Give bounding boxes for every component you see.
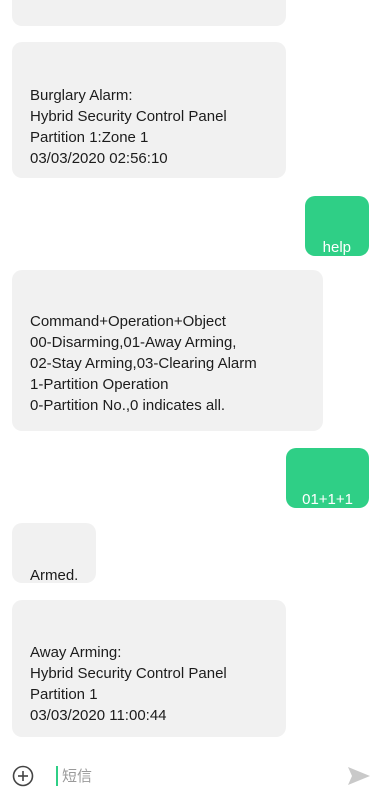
outgoing-message-bubble[interactable]: help [304,196,369,256]
incoming-message-bubble[interactable]: Burglary Alarm: Hybrid Security Control … [12,42,286,178]
incoming-message-bubble[interactable]: Armed. [12,523,97,584]
incoming-message-bubble[interactable]: Command+Operation+Object 00-Disarming,01… [12,270,323,431]
message-text: Away Arming: Hybrid Security Control Pan… [30,644,227,724]
message-text: 01+1+1 [302,491,353,508]
send-icon [348,767,370,785]
messaging-screen: Burglary Alarm: Hybrid Security Control … [0,0,385,805]
text-cursor [56,766,58,786]
send-button[interactable] [347,766,371,786]
outgoing-message-bubble[interactable]: 01+1+1 [286,448,369,508]
message-composer [0,745,385,805]
add-attachment-button[interactable] [12,765,34,787]
incoming-message-bubble[interactable]: Away Arming: Hybrid Security Control Pan… [12,600,286,737]
message-text: help [322,239,351,256]
message-text: Burglary Alarm: Hybrid Security Control … [30,87,227,167]
message-input-wrapper [56,763,316,789]
incoming-message-bubble[interactable] [12,0,286,26]
message-thread[interactable]: Burglary Alarm: Hybrid Security Control … [0,0,385,740]
plus-circle-icon [12,765,34,787]
message-text: Armed. [30,567,79,584]
message-input[interactable] [62,763,312,789]
message-text: Command+Operation+Object 00-Disarming,01… [30,313,257,414]
